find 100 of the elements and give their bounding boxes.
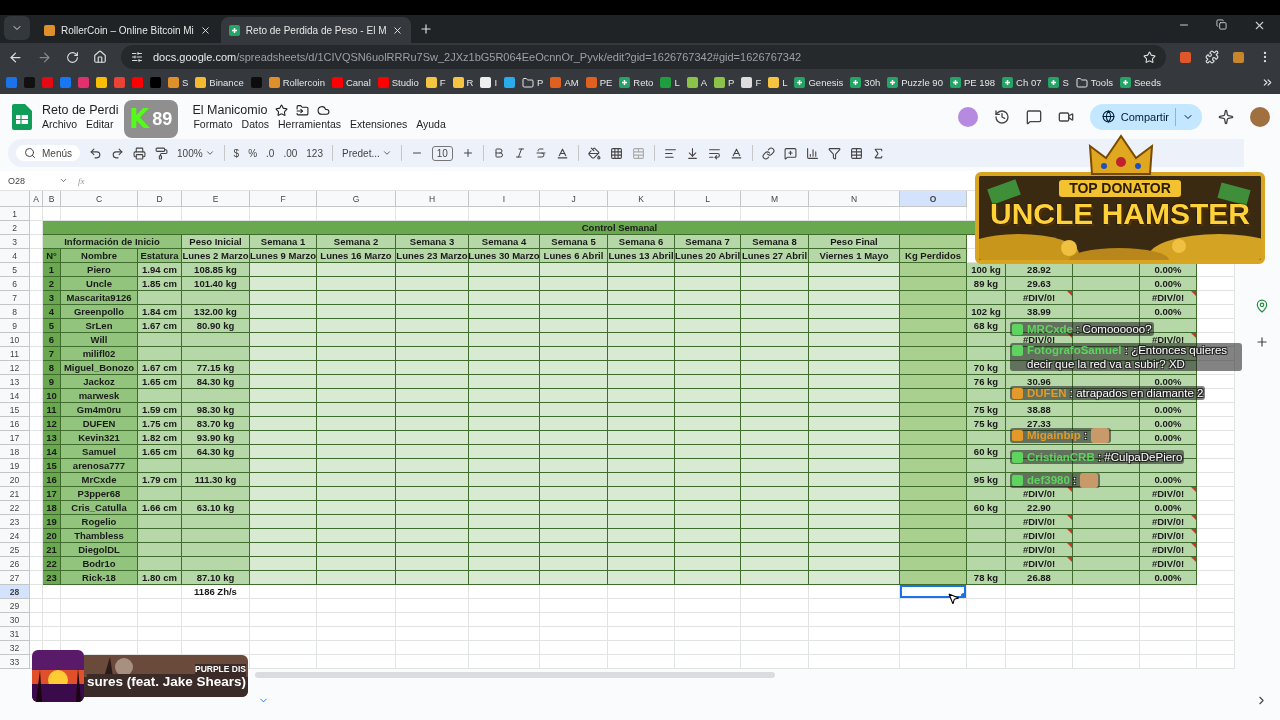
increase-decimals-button[interactable]: .00 [283, 147, 298, 159]
search-field[interactable]: Menús [16, 145, 80, 161]
row-number[interactable]: 11 [0, 347, 30, 361]
bookmark[interactable]: PE 198 [949, 77, 996, 88]
row-number[interactable]: 22 [0, 501, 30, 515]
column-header[interactable]: J [540, 191, 608, 207]
bookmark[interactable]: Rollercoin [268, 77, 325, 88]
percent-button[interactable]: % [248, 147, 258, 159]
group-header: Semana 8 [741, 235, 809, 249]
bookmark[interactable]: Reto [619, 77, 654, 88]
row-number[interactable]: 33 [0, 655, 30, 669]
bookmark[interactable]: A [686, 77, 708, 88]
column-header[interactable]: O [900, 191, 967, 207]
row-number[interactable]: 19 [0, 459, 30, 473]
table-cell: 93.90 kg [182, 431, 250, 445]
bookmark[interactable]: S [1048, 77, 1069, 88]
table-cell: 1.82 cm [138, 431, 182, 445]
row-number[interactable]: 18 [0, 445, 30, 459]
bookmark[interactable]: F [425, 77, 446, 88]
bookmark[interactable]: Studio [377, 77, 419, 88]
table-cell: #DIV/0! [1140, 487, 1197, 501]
bookmark[interactable]: Ch 07 [1002, 77, 1042, 88]
column-header[interactable]: E [182, 191, 250, 207]
bookmark[interactable]: P [714, 77, 735, 88]
bookmark[interactable]: Seeds [1120, 77, 1161, 88]
row-number[interactable]: 9 [0, 319, 30, 333]
row-number[interactable]: 30 [0, 613, 30, 627]
row-number[interactable]: 13 [0, 375, 30, 389]
row-number[interactable]: 3 [0, 235, 30, 249]
row-number[interactable]: 28 [0, 585, 30, 599]
row-number[interactable]: 17 [0, 431, 30, 445]
column-header[interactable]: B [43, 191, 61, 207]
browser-tab[interactable]: RollerCoin – Online Bitcoin Mi [36, 17, 219, 43]
column-header[interactable]: L [675, 191, 741, 207]
address-field[interactable]: docs.google.com/spreadsheets/d/1CIVQSN6uolRRRu7Sw_2JXz1bG5R064EeOcnnOr_Pyvk/edit?gid=1626767342#gid=1626767342 [121, 45, 1166, 69]
row-number[interactable]: 14 [0, 389, 30, 403]
bookmark[interactable]: PE [585, 77, 613, 88]
menu-item[interactable]: Extensiones [350, 118, 408, 130]
currency-button[interactable]: $ [233, 147, 240, 159]
column-header[interactable]: H [396, 191, 469, 207]
column-header[interactable]: M [741, 191, 809, 207]
bookmark[interactable]: P [522, 76, 544, 89]
row-number[interactable]: 15 [0, 403, 30, 417]
row-number[interactable]: 25 [0, 543, 30, 557]
font-size-field[interactable]: 10 [431, 145, 453, 161]
row-number[interactable]: 5 [0, 263, 30, 277]
row-number[interactable]: 29 [0, 599, 30, 613]
row-number[interactable]: 7 [0, 291, 30, 305]
name-box[interactable]: O28 [8, 175, 68, 186]
row-number[interactable]: 8 [0, 305, 30, 319]
share-button[interactable]: Compartir [1089, 103, 1202, 130]
menu-item[interactable]: Datos [241, 118, 269, 130]
bookmark[interactable]: L [768, 77, 788, 88]
bookmark[interactable]: Puzzle 90 [887, 77, 943, 88]
row-number[interactable]: 26 [0, 557, 30, 571]
browser-tab[interactable]: Reto de Perdida de Peso - El M [220, 17, 412, 43]
column-header[interactable]: A [30, 191, 43, 207]
bookmark[interactable]: L [660, 77, 680, 88]
bookmark[interactable]: S [168, 77, 189, 88]
row-number[interactable]: 27 [0, 571, 30, 585]
menu-item[interactable]: Herramientas [278, 118, 341, 130]
column-header[interactable]: N [809, 191, 900, 207]
menu-item[interactable]: Archivo [42, 118, 77, 130]
row-number[interactable]: 12 [0, 361, 30, 375]
row-number[interactable]: 16 [0, 417, 30, 431]
decrease-decimals-button[interactable]: .0 [266, 147, 275, 159]
row-number[interactable]: 6 [0, 277, 30, 291]
menu-item[interactable]: Formato [193, 118, 233, 130]
row-number[interactable]: 10 [0, 333, 30, 347]
menu-item[interactable]: Editar [86, 118, 114, 130]
row-number[interactable]: 24 [0, 529, 30, 543]
column-header[interactable]: I [469, 191, 540, 207]
zoom-dropdown[interactable]: 100% [177, 147, 215, 159]
row-number[interactable]: 4 [0, 249, 30, 263]
bookmark[interactable]: Genesis [794, 77, 844, 88]
bookmark[interactable]: AM [550, 77, 579, 88]
row-number[interactable]: 20 [0, 473, 30, 487]
row-number[interactable]: 32 [0, 641, 30, 655]
table-cell: MrCxde [61, 473, 138, 487]
row-number[interactable]: 23 [0, 515, 30, 529]
column-header[interactable]: C [61, 191, 138, 207]
bookmark[interactable]: Binance [195, 77, 244, 88]
font-dropdown[interactable]: Predet... [342, 147, 392, 159]
column-header[interactable]: K [608, 191, 675, 207]
bookmark[interactable]: F [741, 77, 762, 88]
column-header[interactable]: F [250, 191, 317, 207]
row-number[interactable]: 31 [0, 627, 30, 641]
number-format-button[interactable]: 123 [306, 147, 323, 159]
row-number[interactable]: 2 [0, 221, 30, 235]
bookmark[interactable]: I [480, 77, 498, 88]
row-number[interactable]: 21 [0, 487, 30, 501]
bookmark[interactable]: R [452, 77, 474, 88]
bookmark[interactable]: 30h [850, 77, 881, 88]
menu-item[interactable]: Ayuda [416, 118, 446, 130]
column-header[interactable]: D [138, 191, 182, 207]
row-number[interactable]: 1 [0, 207, 30, 221]
column-header[interactable]: G [317, 191, 396, 207]
table-cell: 11 [43, 403, 61, 417]
bookmark[interactable]: Tools [1075, 76, 1113, 89]
bookmark[interactable]: Canal [331, 77, 371, 88]
